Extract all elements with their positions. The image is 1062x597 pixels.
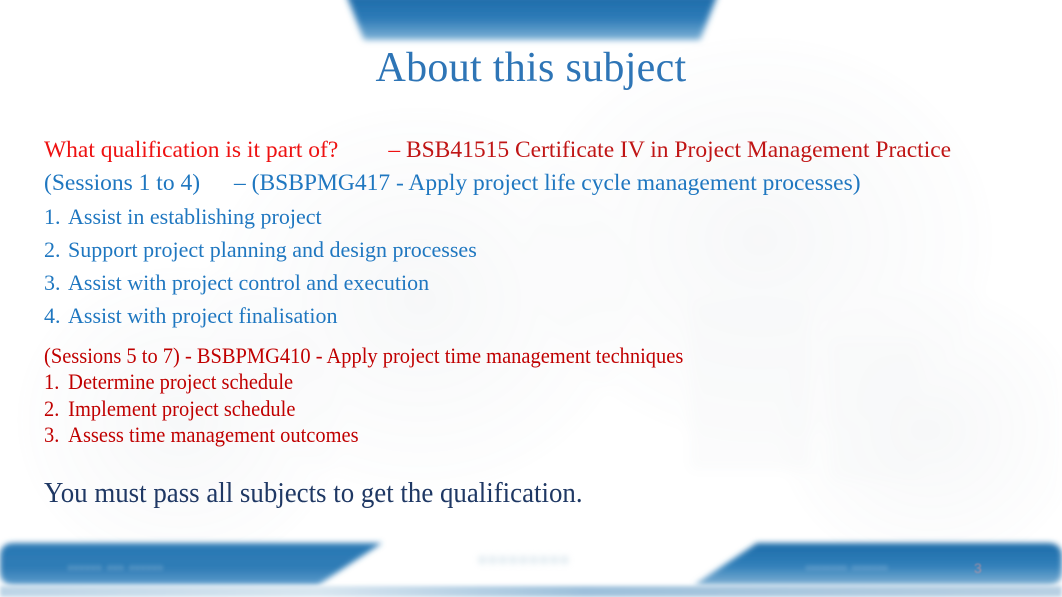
- list-item-label: Implement project schedule: [68, 395, 296, 421]
- unit-b-group: (Sessions 5 to 7) - BSBPMG410 - Apply pr…: [44, 342, 1024, 449]
- list-item-number: 3.: [44, 422, 60, 447]
- list-item-number: 3.: [44, 270, 61, 295]
- top-banner-decoration: [348, 0, 716, 40]
- list-item-label: Assist in establishing project: [68, 204, 322, 229]
- list-item: 2. Implement project schedule: [44, 396, 955, 423]
- list-item: 3. Assist with project control and execut…: [44, 266, 1024, 299]
- list-item: 1. Determine project schedule: [44, 369, 955, 396]
- list-item-label: Assist with project finalisation: [68, 303, 338, 328]
- list-item-label: Assess time management outcomes: [68, 422, 359, 447]
- footer-right-text: •••••••• •••••••: [806, 561, 889, 575]
- unit-b-heading: (Sessions 5 to 7) - BSBPMG410 - Apply pr…: [44, 343, 684, 368]
- unit-a-sessions: (Sessions 1 to 4): [44, 170, 201, 196]
- slide-title: About this subject: [375, 45, 687, 91]
- unit-b-outcomes-list: 1. Determine project schedule 2. Implement…: [44, 369, 1024, 449]
- list-item: 2. Support project planning and design pr…: [44, 233, 1024, 266]
- list-item-number: 2.: [44, 237, 61, 262]
- unit-a-dash: –: [234, 170, 246, 196]
- unit-a-heading: (Sessions 1 to 4) – (BSBPMG417 - Apply pr…: [44, 167, 1024, 200]
- unit-a-code: (BSBPMG417 - Apply project life cycle ma…: [251, 170, 861, 196]
- qualification-answer: BSB41515 Certificate IV in Project Manag…: [405, 137, 952, 163]
- list-item-number: 1.: [44, 369, 60, 394]
- list-item-label: Determine project schedule: [68, 369, 294, 394]
- presentation-slide: About this subject What qualification is…: [0, 0, 1062, 597]
- qualification-dash: –: [388, 137, 401, 163]
- list-item-label: Support project planning and design proc…: [68, 237, 477, 262]
- list-item-number: 1.: [44, 204, 61, 229]
- unit-a-outcomes-list: 1. Assist in establishing project 2. Suppo…: [44, 200, 1024, 332]
- list-item: 3. Assess time management outcomes: [44, 422, 955, 449]
- page-number: 3: [974, 560, 982, 576]
- qualification-question: What qualification is it part of?: [44, 137, 339, 163]
- list-item-label: Assist with project control and executio…: [68, 270, 430, 295]
- qualification-line: What qualification is it part of? – BSB41…: [44, 134, 1024, 167]
- closing-statement: You must pass all subjects to get the qu…: [44, 477, 583, 509]
- list-item: 1. Assist in establishing project: [44, 200, 1024, 233]
- brand-wordmark: •••••••••: [478, 546, 571, 574]
- list-item-number: 4.: [44, 303, 61, 328]
- slide-body: What qualification is it part of? – BSB41…: [44, 134, 1024, 512]
- footer-left-text: •••••• ••• ••••••: [68, 560, 164, 575]
- list-item-number: 2.: [44, 395, 60, 421]
- list-item: 4. Assist with project finalisation: [44, 299, 1024, 332]
